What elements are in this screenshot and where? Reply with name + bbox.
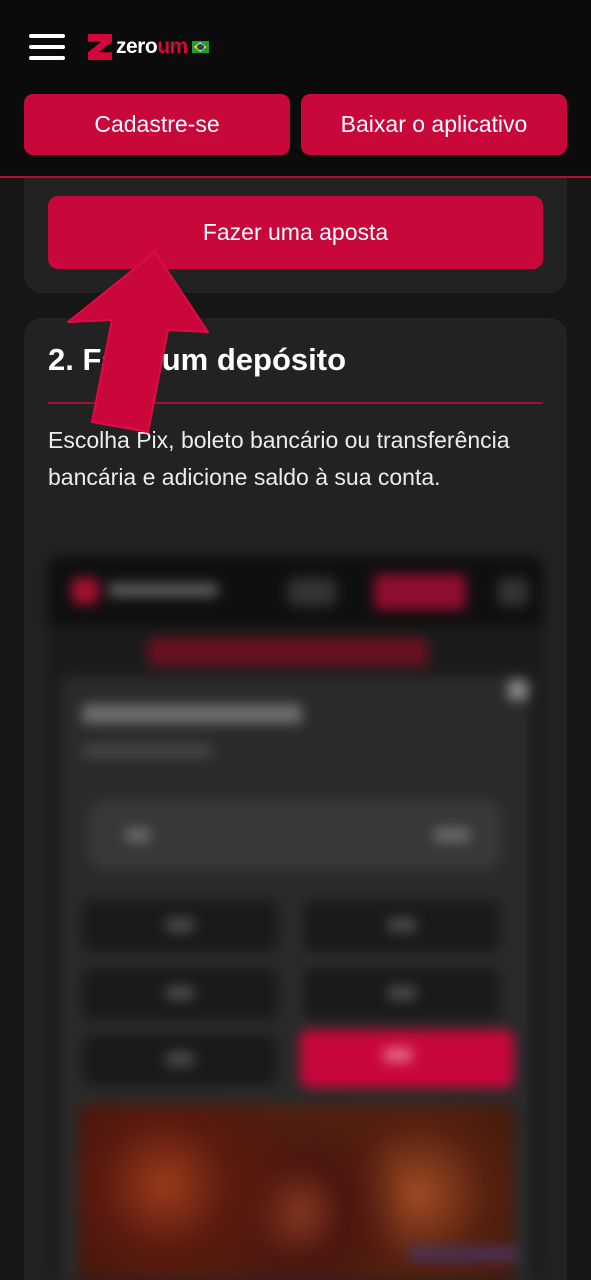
- step-title: 2. Faça um depósito: [48, 342, 347, 377]
- brazil-flag-icon: [191, 41, 209, 53]
- step-description: Escolha Pix, boleto bancário ou transfer…: [48, 427, 510, 490]
- logo-text-zero: zero: [116, 35, 158, 58]
- preview-header-button: [374, 574, 466, 610]
- preview-header-button: [288, 578, 336, 606]
- preview-image-caption: [408, 1246, 518, 1262]
- preview-modal-title: [82, 704, 302, 724]
- preview-logo-icon: [72, 578, 98, 604]
- logo-text-um: um: [157, 35, 188, 58]
- hamburger-menu-icon[interactable]: [29, 34, 65, 60]
- preview-input-prefix: [126, 828, 150, 842]
- preview-close-icon: [508, 680, 528, 700]
- signup-button[interactable]: Cadastre-se: [24, 94, 290, 155]
- preview-logo-text: [108, 583, 218, 597]
- place-bet-button[interactable]: Fazer uma aposta: [48, 196, 543, 269]
- preview-amount-chip: [82, 1034, 278, 1086]
- preview-input-suffix: [434, 828, 470, 842]
- preview-header-button: [498, 578, 528, 606]
- zeroum-logo-mark: [88, 34, 112, 60]
- preview-amount-chip: [304, 900, 500, 952]
- divider: [48, 402, 543, 404]
- preview-amount-chip: [304, 968, 500, 1020]
- top-header: zero um Cadastre-se Baixar o aplicativo: [0, 0, 591, 178]
- preview-amount-chip-selected: [300, 1030, 514, 1088]
- preview-modal-subtitle: [82, 744, 212, 758]
- download-app-button[interactable]: Baixar o aplicativo: [301, 94, 567, 155]
- deposit-screenshot-preview: [48, 556, 543, 1280]
- preview-banner: [148, 638, 428, 666]
- preview-amount-chip: [82, 900, 278, 952]
- preview-amount-chip: [82, 968, 278, 1020]
- site-logo[interactable]: zero um: [88, 32, 209, 62]
